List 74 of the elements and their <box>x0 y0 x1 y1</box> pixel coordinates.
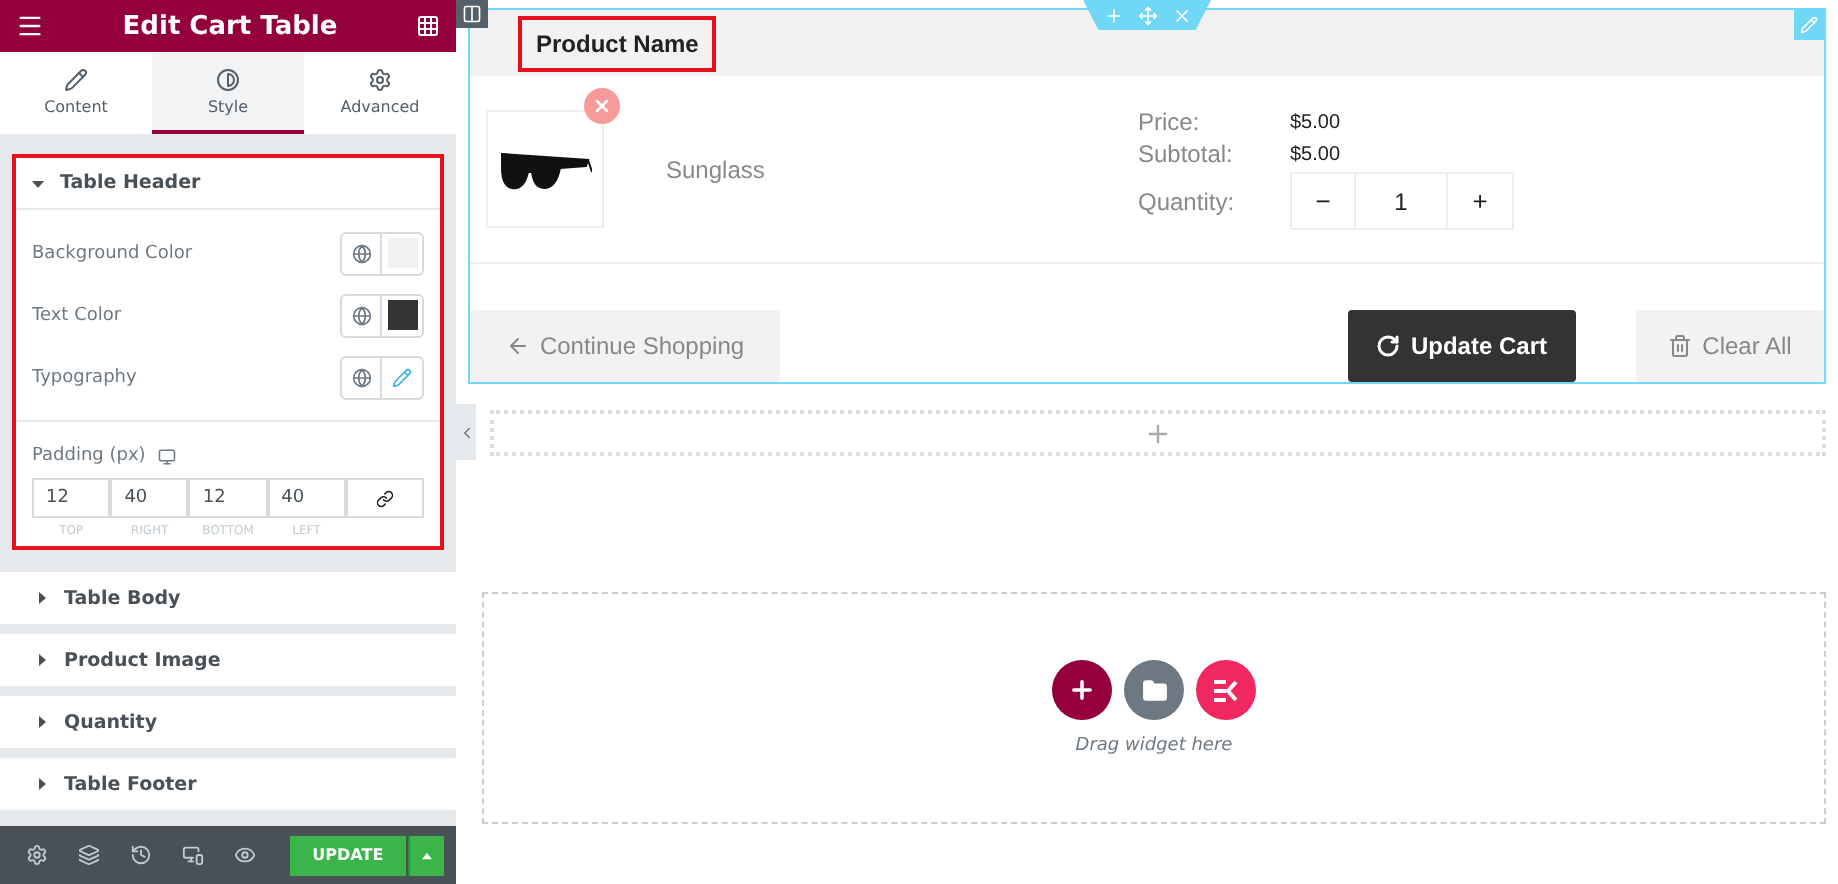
product-name: Sunglass <box>666 155 767 183</box>
section-header[interactable]: Table Header <box>16 158 440 210</box>
add-icon <box>1068 676 1096 704</box>
pencil-icon <box>64 67 88 91</box>
padding-input[interactable]: 40 <box>267 478 346 518</box>
grid-icon[interactable] <box>415 14 440 38</box>
section-header[interactable]: Product Image <box>0 634 456 686</box>
pencil-icon <box>1800 16 1818 34</box>
link-button[interactable] <box>345 478 424 518</box>
add-section-button[interactable] <box>1052 660 1112 720</box>
caret-icon <box>36 716 48 728</box>
section-title: Table Header <box>60 172 201 194</box>
settings-icon[interactable] <box>26 844 49 866</box>
devices-icon[interactable] <box>182 844 205 866</box>
control-label: Background Color <box>32 243 193 263</box>
globe-icon[interactable] <box>351 243 371 263</box>
sunglasses-icon <box>499 147 591 191</box>
typography-control[interactable] <box>340 355 424 399</box>
caret-icon <box>36 592 48 604</box>
template-button[interactable] <box>1124 660 1184 720</box>
subtotal-label: Subtotal: <box>1138 140 1235 168</box>
layers-icon[interactable] <box>78 844 101 866</box>
update-options-button[interactable] <box>408 835 444 875</box>
section-header[interactable]: Table Body <box>0 572 456 624</box>
globe-icon[interactable] <box>351 305 371 325</box>
eye-icon[interactable] <box>234 844 257 866</box>
padding-input[interactable]: 12 <box>188 478 268 518</box>
monitor-icon[interactable] <box>157 447 176 465</box>
update-cart-button[interactable]: Update Cart <box>1348 310 1576 382</box>
padding-input[interactable]: 12 <box>32 478 111 518</box>
history-icon[interactable] <box>130 844 153 866</box>
contrast-icon <box>216 67 240 91</box>
control-label: Padding (px) <box>32 446 146 466</box>
color-picker[interactable] <box>340 293 424 337</box>
caret-icon <box>36 654 48 666</box>
folder-icon <box>1141 677 1167 703</box>
color-picker[interactable] <box>340 231 424 275</box>
close-icon <box>592 96 612 116</box>
section-title: Table Body <box>64 587 181 609</box>
control-label: Typography <box>32 367 137 387</box>
caret-icon <box>32 177 44 189</box>
trash-icon <box>1668 334 1693 358</box>
arrow-left-icon <box>505 334 530 358</box>
globe-icon[interactable] <box>351 367 371 387</box>
settings-icon <box>368 67 392 91</box>
section-header[interactable]: Table Footer <box>0 758 456 810</box>
panel-title: Edit Cart Table <box>122 11 338 41</box>
column-handle[interactable] <box>456 0 488 28</box>
column-heading: Product Name <box>518 15 717 71</box>
pencil-icon[interactable] <box>392 367 412 387</box>
section-title: Table Footer <box>64 773 197 795</box>
panel-tab[interactable]: Style <box>152 52 304 134</box>
caret-icon <box>36 778 48 790</box>
logo-icon <box>1213 679 1239 701</box>
add-icon <box>1144 419 1172 447</box>
link-icon <box>375 489 394 507</box>
color-swatch[interactable] <box>387 238 417 268</box>
section-title: Quantity <box>64 711 158 733</box>
padding-input[interactable]: 40 <box>110 478 189 518</box>
section-title: Product Image <box>64 649 221 671</box>
price-label: Price: <box>1138 108 1202 136</box>
columns-icon <box>462 4 482 24</box>
price-value: $5.00 <box>1290 111 1343 133</box>
quantity-stepper[interactable]: − 1 + <box>1290 172 1514 230</box>
library-button[interactable] <box>1196 660 1256 720</box>
section-header[interactable]: Quantity <box>0 696 456 748</box>
refresh-icon <box>1376 334 1401 358</box>
control-label: Text Color <box>32 305 122 325</box>
menu-icon[interactable] <box>16 12 44 40</box>
drop-hint: Drag widget here <box>1075 736 1233 756</box>
subtotal-value: $5.00 <box>1290 143 1343 165</box>
color-swatch[interactable] <box>387 300 417 330</box>
caret-icon <box>422 851 432 859</box>
quantity-label: Quantity: <box>1138 187 1237 215</box>
